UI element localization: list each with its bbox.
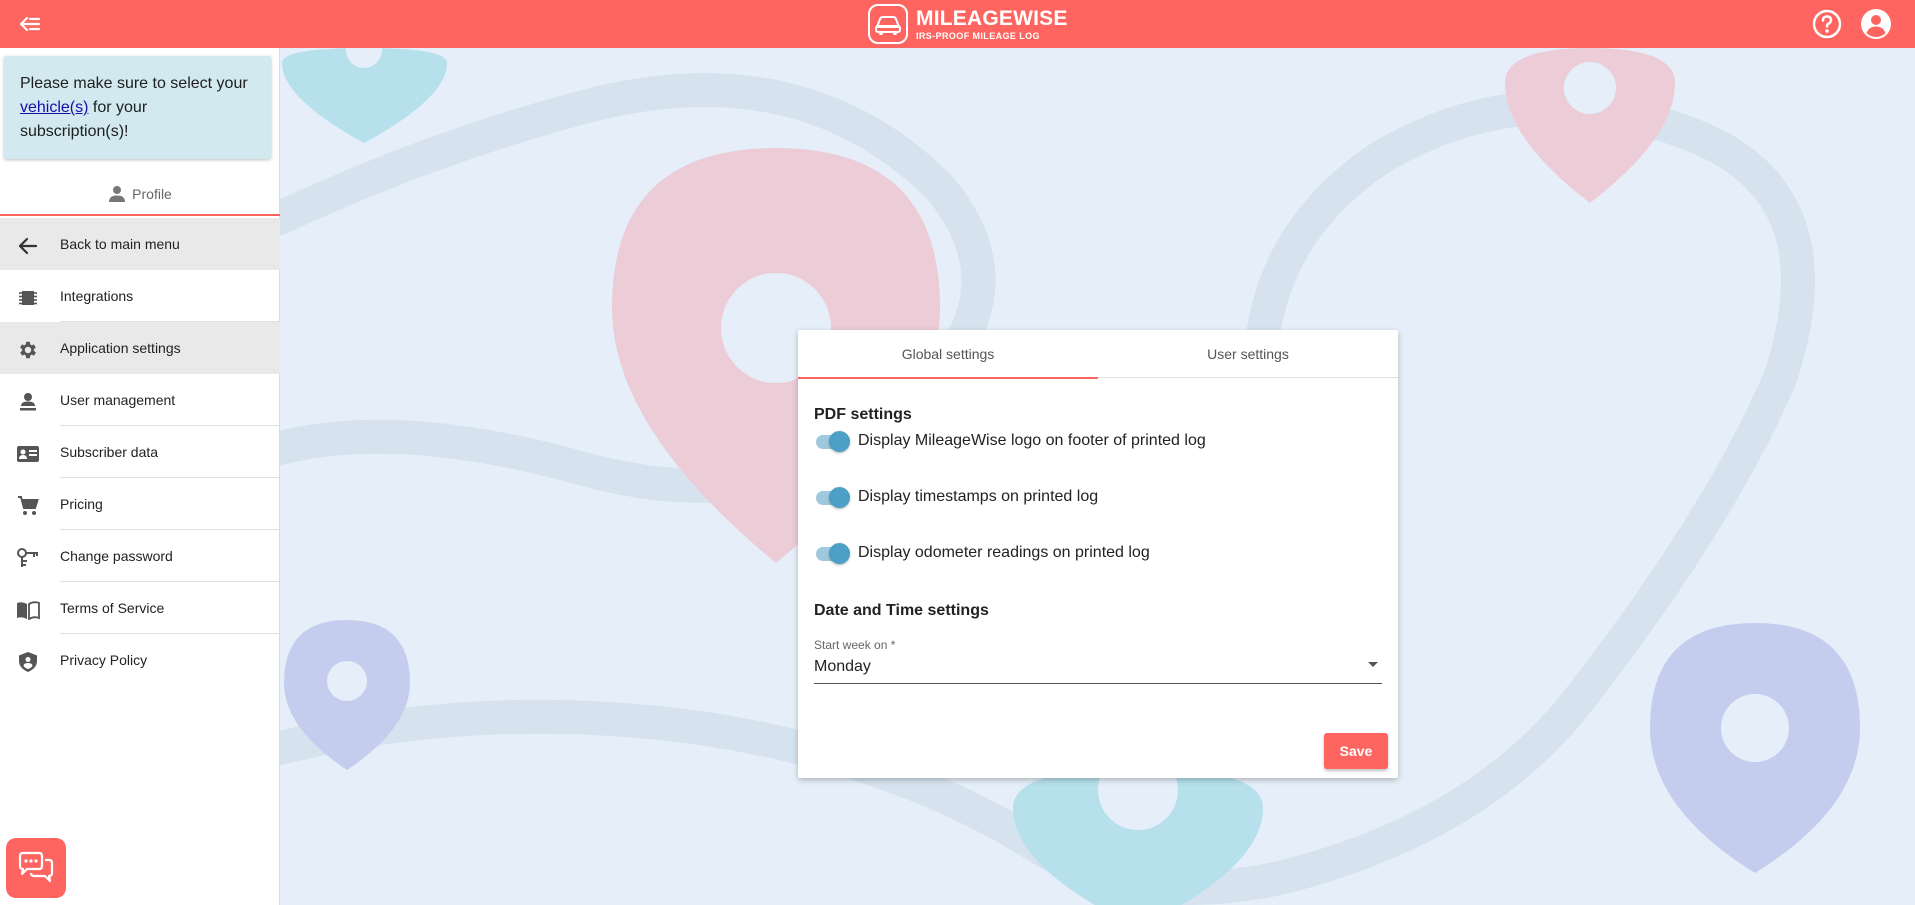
- cart-icon: [16, 494, 40, 518]
- pdf-settings-title: PDF settings: [814, 406, 912, 424]
- sidebar-item-label: Privacy Policy: [60, 652, 147, 668]
- logo-subtitle: IRS-PROOF MILEAGE LOG: [916, 32, 1068, 41]
- menu-back-icon: [19, 16, 41, 32]
- sidebar-item-user-management[interactable]: User management: [0, 374, 280, 426]
- car-logo-icon: [868, 4, 908, 44]
- save-button[interactable]: Save: [1324, 733, 1388, 769]
- toggle-label: Display timestamps on printed log: [858, 488, 1098, 506]
- logo-footer-switch[interactable]: [814, 431, 850, 451]
- odometer-switch[interactable]: [814, 543, 850, 563]
- gear-icon: [16, 338, 40, 362]
- help-circle-icon: [1811, 8, 1843, 40]
- chat-bubbles-icon: [17, 851, 55, 885]
- sidebar-item-pricing[interactable]: Pricing: [0, 478, 280, 530]
- chat-support-button[interactable]: [6, 838, 66, 898]
- toggle-label: Display odometer readings on printed log: [858, 544, 1150, 562]
- menu-back-button[interactable]: [14, 10, 46, 38]
- top-bar: MILEAGEWISE IRS-PROOF MILEAGE LOG: [0, 0, 1915, 48]
- profile-label: Profile: [132, 186, 172, 202]
- sidebar-item-label: Pricing: [60, 496, 103, 512]
- settings-card: Global settings User settings PDF settin…: [798, 330, 1398, 778]
- settings-tabs: Global settings User settings: [798, 330, 1398, 378]
- id-card-icon: [16, 442, 40, 466]
- account-button[interactable]: [1859, 7, 1893, 41]
- start-week-label: Start week on *: [814, 638, 895, 652]
- toggle-row-logo-footer[interactable]: Display MileageWise logo on footer of pr…: [814, 427, 1206, 455]
- arrow-left-icon: [16, 234, 40, 258]
- sidebar-item-privacy-policy[interactable]: Privacy Policy: [0, 634, 280, 686]
- vehicles-link[interactable]: vehicle(s): [20, 99, 88, 116]
- sidebar: Please make sure to select your vehicle(…: [0, 48, 280, 905]
- sidebar-item-application-settings[interactable]: Application settings: [0, 322, 280, 374]
- date-time-settings-title: Date and Time settings: [814, 602, 989, 620]
- profile-tab[interactable]: Profile: [0, 174, 280, 216]
- notice-text-before: Please make sure to select your: [20, 75, 248, 92]
- sidebar-item-label: Integrations: [60, 288, 133, 304]
- toggle-label: Display MileageWise logo on footer of pr…: [858, 432, 1206, 450]
- key-icon: [16, 546, 40, 570]
- user-management-icon: [16, 390, 40, 414]
- account-circle-icon: [1859, 7, 1893, 41]
- sidebar-item-label: Subscriber data: [60, 444, 158, 460]
- start-week-select[interactable]: Start week on * Monday: [814, 638, 1382, 684]
- dropdown-caret-icon: [1368, 662, 1378, 667]
- vehicle-notice: Please make sure to select your vehicle(…: [4, 56, 271, 159]
- chip-icon: [16, 286, 40, 310]
- logo-title: MILEAGEWISE: [916, 8, 1068, 29]
- toggle-row-odometer[interactable]: Display odometer readings on printed log: [814, 539, 1150, 567]
- sidebar-item-back-to-main-menu[interactable]: Back to main menu: [0, 218, 280, 270]
- sidebar-item-terms-of-service[interactable]: Terms of Service: [0, 582, 280, 634]
- sidebar-item-label: Application settings: [60, 340, 181, 356]
- help-button[interactable]: [1811, 8, 1843, 40]
- app-logo[interactable]: MILEAGEWISE IRS-PROOF MILEAGE LOG: [868, 2, 1068, 46]
- sidebar-item-subscriber-data[interactable]: Subscriber data: [0, 426, 280, 478]
- sidebar-item-label: Back to main menu: [60, 236, 180, 252]
- person-icon: [108, 185, 126, 203]
- start-week-value: Monday: [814, 658, 871, 676]
- book-icon: [16, 598, 40, 622]
- sidebar-item-change-password[interactable]: Change password: [0, 530, 280, 582]
- sidebar-item-label: Terms of Service: [60, 600, 164, 616]
- sidebar-menu: Back to main menu Integrations Applicati…: [0, 218, 280, 686]
- sidebar-item-label: User management: [60, 392, 175, 408]
- sidebar-item-integrations[interactable]: Integrations: [0, 270, 280, 322]
- tab-global-settings[interactable]: Global settings: [798, 330, 1098, 378]
- sidebar-item-label: Change password: [60, 548, 173, 564]
- tab-user-settings[interactable]: User settings: [1098, 330, 1398, 378]
- shield-icon: [16, 650, 40, 674]
- toggle-row-timestamps[interactable]: Display timestamps on printed log: [814, 483, 1098, 511]
- timestamps-switch[interactable]: [814, 487, 850, 507]
